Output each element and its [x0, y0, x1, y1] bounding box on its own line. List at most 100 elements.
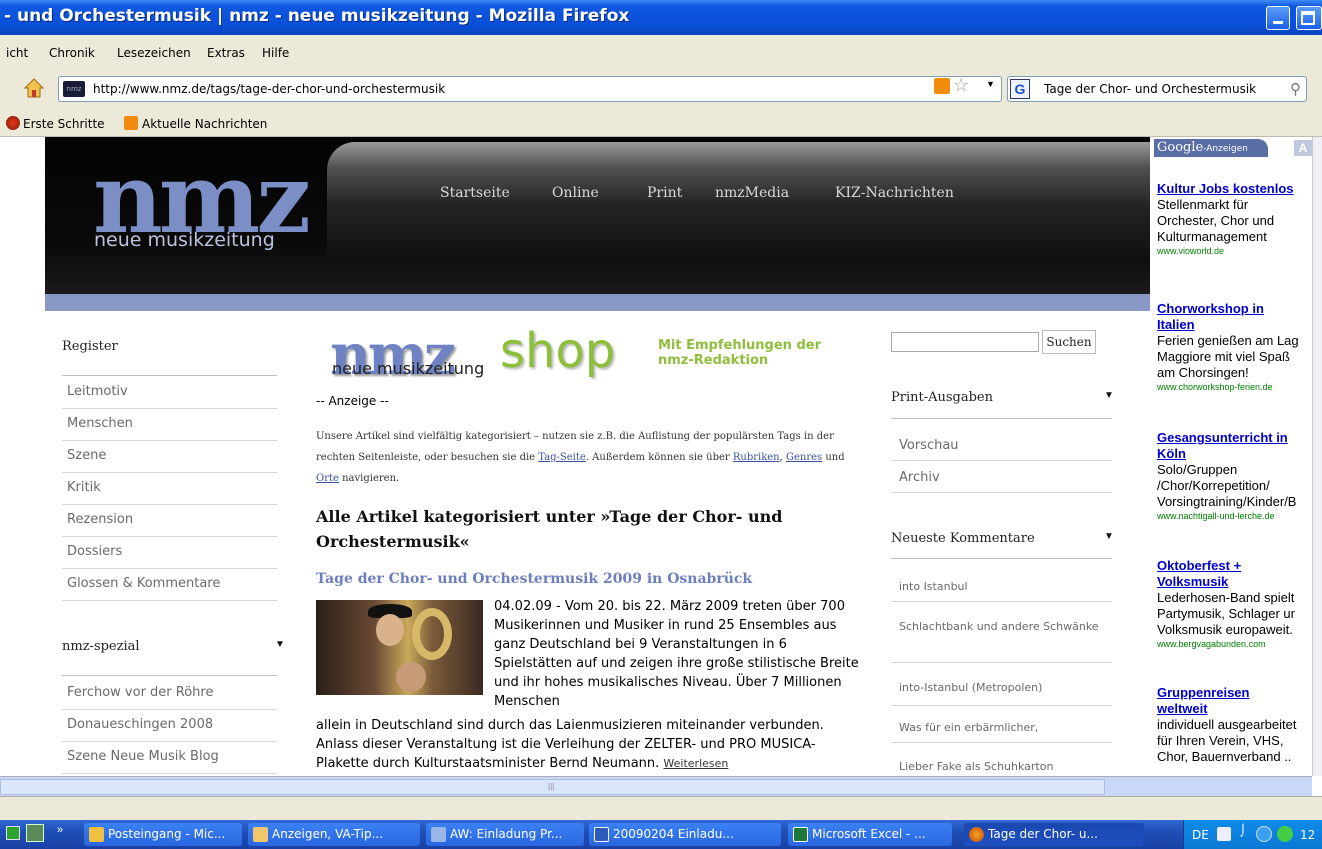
url-dropdown-icon[interactable]: ▼ [986, 79, 995, 89]
neueste-kommentare-title[interactable]: Neueste Kommentare [891, 531, 1035, 546]
ad-url[interactable]: www.bergvagabunden.com [1157, 638, 1312, 650]
sidebar-item-szene[interactable]: Szene [62, 441, 277, 473]
excel-icon [793, 827, 808, 842]
article-image[interactable] [316, 600, 483, 695]
browser-search-input[interactable]: Tage der Chor- und Orchestermusik [1044, 82, 1256, 96]
taskbar-item-word[interactable]: 20090204 Einladu... [589, 823, 781, 846]
nav-online[interactable]: Online [552, 185, 599, 201]
ad-title[interactable]: Gesangsunterricht in [1157, 430, 1312, 446]
comment-item[interactable]: Schlachtbank und andere Schwänke [891, 609, 1112, 663]
sidebar-item-kritik[interactable]: Kritik [62, 473, 277, 505]
menu-hilfe[interactable]: Hilfe [262, 46, 289, 60]
taskbar-item-firefox[interactable]: Tage der Chor- u... [964, 823, 1144, 846]
nav-print[interactable]: Print [647, 185, 682, 201]
ad-title[interactable]: Kultur Jobs kostenlos [1157, 181, 1312, 197]
comment-item[interactable]: Lieber Fake als Schuhkarton [891, 749, 1112, 776]
nmz-shop-banner[interactable]: nmz neue musikzeitung shop Mit Empfehlun… [318, 327, 848, 387]
taskbar-item-folder[interactable]: Anzeigen, VA-Tip... [248, 823, 420, 846]
nav-startseite[interactable]: Startseite [440, 185, 510, 201]
language-indicator[interactable]: DE [1192, 828, 1209, 842]
sidebar-item-rezension[interactable]: Rezension [62, 505, 277, 537]
site-search-input[interactable] [891, 332, 1039, 352]
site-search-button[interactable]: Suchen [1042, 330, 1096, 354]
register-title: Register [62, 339, 118, 354]
menu-extras[interactable]: Extras [207, 46, 245, 60]
desktop-icon[interactable] [6, 826, 20, 840]
sidebar-item-glossen[interactable]: Glossen & Kommentare [62, 569, 277, 601]
ad-title[interactable]: Italien [1157, 317, 1312, 333]
print-ausgaben-title[interactable]: Print-Ausgaben [891, 390, 993, 405]
print-item-archiv[interactable]: Archiv [891, 461, 1112, 493]
url-text[interactable]: http://www.nmz.de/tags/tage-der-chor-und… [93, 82, 445, 96]
article-title-link[interactable]: Tage der Chor- und Orchestermusik 2009 i… [316, 571, 752, 587]
ad-item[interactable]: Gesangsunterricht in Köln Solo/Gruppen /… [1157, 430, 1312, 522]
home-icon[interactable] [23, 77, 45, 99]
chevron-down-icon[interactable]: ▼ [275, 639, 285, 650]
bookmark-star-icon[interactable]: ☆ [953, 75, 969, 96]
ad-title[interactable]: Oktoberfest + [1157, 558, 1312, 574]
google-ads-label[interactable]: Google-Anzeigen [1154, 139, 1268, 157]
print-item-vorschau[interactable]: Vorschau [891, 429, 1112, 461]
quicklaunch-icon[interactable] [26, 824, 44, 842]
rss-feed-icon[interactable] [934, 78, 950, 94]
sidebar-item-donaueschingen[interactable]: Donaueschingen 2008 [62, 710, 277, 742]
maximize-button[interactable] [1296, 6, 1322, 30]
ad-item[interactable]: Gruppenreisen weltweit individuell ausge… [1157, 685, 1312, 765]
search-icon[interactable]: ⚲ [1290, 80, 1301, 98]
ad-title[interactable]: Köln [1157, 446, 1312, 462]
ad-url[interactable]: www.chorworkshop-ferien.de [1157, 381, 1312, 393]
browser-search-box[interactable]: G Tage der Chor- und Orchestermusik ⚲ [1007, 76, 1307, 102]
sidebar-item-menschen[interactable]: Menschen [62, 409, 277, 441]
nmz-spezial-title[interactable]: nmz-spezial [62, 639, 140, 654]
volume-icon[interactable] [1256, 826, 1272, 842]
sidebar-item-ferchow[interactable]: Ferchow vor der Röhre [62, 678, 277, 710]
ad-title[interactable]: Volksmusik [1157, 574, 1312, 590]
genres-link[interactable]: Genres [786, 452, 822, 463]
bookmark-erste-schritte[interactable]: Erste Schritte [6, 116, 105, 131]
taskbar-item-mail[interactable]: AW: Einladung Pr... [426, 823, 584, 846]
sidebar-item-dossiers[interactable]: Dossiers [62, 537, 277, 569]
sidebar-item-szene-blog[interactable]: Szene Neue Musik Blog [62, 742, 277, 774]
help-icon[interactable] [1217, 827, 1231, 841]
ad-title[interactable]: weltweit [1157, 701, 1312, 717]
comment-item[interactable]: into Istanbul [891, 569, 1112, 602]
ad-item[interactable]: Oktoberfest + Volksmusik Lederhosen-Band… [1157, 558, 1312, 650]
url-bar[interactable]: nmz http://www.nmz.de/tags/tage-der-chor… [58, 76, 1002, 102]
ad-url[interactable]: www.vioworld.de [1157, 245, 1312, 257]
rubriken-link[interactable]: Rubriken [733, 452, 780, 463]
chevron-down-icon[interactable]: ▼ [1104, 531, 1114, 542]
ad-title[interactable]: Chorworkshop in [1157, 301, 1312, 317]
minimize-button[interactable] [1266, 6, 1290, 30]
google-engine-icon[interactable]: G [1010, 79, 1030, 99]
comment-item[interactable]: Was für ein erbärmlicher, [891, 710, 1112, 743]
comment-item[interactable]: into-Istanbul (Metropolen) [891, 670, 1112, 706]
ad-item[interactable]: Chorworkshop in Italien Ferien genießen … [1157, 301, 1312, 393]
ad-url[interactable]: www.nachtigall-und-lerche.de [1157, 510, 1312, 522]
clock[interactable]: 12 [1300, 828, 1315, 842]
menu-chronik[interactable]: Chronik [49, 46, 95, 60]
ad-item[interactable]: Kultur Jobs kostenlos Stellenmarkt für O… [1157, 181, 1312, 257]
taskbar-item-excel[interactable]: Microsoft Excel - ... [788, 823, 952, 846]
minimize-icon [1273, 21, 1283, 24]
security-icon[interactable] [1277, 826, 1293, 842]
taskbar-item-outlook[interactable]: Posteingang - Mic... [84, 823, 242, 846]
firefox-icon [6, 116, 20, 130]
window-titlebar[interactable]: - und Orchestermusik | nmz - neue musikz… [0, 0, 1322, 35]
nav-nmzmedia[interactable]: nmzMedia [715, 185, 789, 201]
ad-choices-icon[interactable]: A [1294, 140, 1312, 156]
quicklaunch-more-icon[interactable]: » [57, 824, 63, 836]
menu-ansicht[interactable]: icht [6, 46, 28, 60]
orte-link[interactable]: Orte [316, 473, 339, 484]
tag-seite-link[interactable]: Tag-Seite [538, 452, 586, 463]
menu-lesezeichen[interactable]: Lesezeichen [117, 46, 191, 60]
ad-text: Chor, Bauernverband .. [1157, 749, 1292, 764]
ad-title[interactable]: Gruppenreisen [1157, 685, 1312, 701]
horizontal-scrollbar[interactable]: ||| [0, 776, 1312, 796]
bookmark-aktuelle-nachrichten[interactable]: Aktuelle Nachrichten [124, 116, 267, 131]
chevron-down-icon[interactable]: ▼ [1104, 390, 1114, 401]
read-more-link[interactable]: Weiterlesen [663, 757, 728, 770]
nav-kiz-nachrichten[interactable]: KIZ-Nachrichten [835, 185, 954, 201]
vertical-scrollbar[interactable] [1312, 137, 1322, 776]
network-icon[interactable]: ⌡ [1240, 824, 1246, 837]
sidebar-item-leitmotiv[interactable]: Leitmotiv [62, 377, 277, 409]
